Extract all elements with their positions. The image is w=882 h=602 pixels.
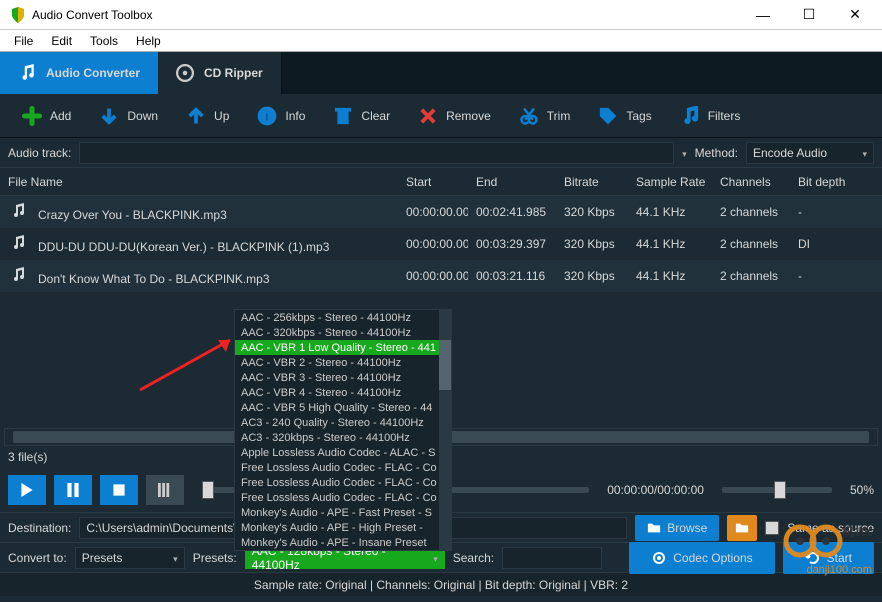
preset-option[interactable]: AC3 - 320kbps - Stereo - 44100Hz bbox=[235, 430, 451, 445]
preset-option[interactable]: Free Lossless Audio Codec - FLAC - Co bbox=[235, 475, 451, 490]
info-button[interactable]: iInfo bbox=[245, 100, 317, 132]
table-header: File Name Start End Bitrate Sample Rate … bbox=[0, 168, 882, 196]
method-select[interactable]: Encode Audio bbox=[746, 142, 874, 164]
stop-button[interactable] bbox=[100, 475, 138, 505]
menu-bar: File Edit Tools Help bbox=[0, 30, 882, 52]
folder-search-icon bbox=[647, 521, 661, 535]
search-label: Search: bbox=[453, 551, 494, 565]
presets-label: Presets: bbox=[193, 551, 237, 565]
preset-option[interactable]: Monkey's Audio - APE - High Preset - bbox=[235, 520, 451, 535]
down-button[interactable]: Down bbox=[87, 100, 170, 132]
convert-to-select[interactable]: Presets bbox=[75, 547, 185, 569]
preset-option[interactable]: Apple Lossless Audio Codec - ALAC - S bbox=[235, 445, 451, 460]
trim-icon bbox=[519, 106, 539, 126]
menu-file[interactable]: File bbox=[6, 32, 41, 50]
preset-option[interactable]: AC3 - 240 Quality - Stereo - 44100Hz bbox=[235, 415, 451, 430]
preset-option[interactable]: Monkey's Audio - APE - Insane Preset bbox=[235, 535, 451, 550]
tab-audio-converter[interactable]: Audio Converter bbox=[0, 52, 158, 94]
method-label: Method: bbox=[695, 146, 738, 160]
audio-track-dropdown-icon[interactable] bbox=[682, 146, 687, 160]
tab-label: Audio Converter bbox=[46, 66, 140, 80]
preset-option[interactable]: AAC - VBR 3 - Stereo - 44100Hz bbox=[235, 370, 451, 385]
search-input[interactable] bbox=[502, 547, 602, 569]
tags-button[interactable]: Tags bbox=[586, 100, 663, 132]
minimize-button[interactable]: — bbox=[740, 0, 786, 30]
col-bitrate[interactable]: Bitrate bbox=[556, 175, 628, 189]
destination-label: Destination: bbox=[8, 521, 71, 535]
svg-text:机100网: 机100网 bbox=[842, 524, 872, 539]
table-row[interactable]: Don't Know What To Do - BLACKPINK.mp300:… bbox=[0, 260, 882, 292]
convert-to-label: Convert to: bbox=[8, 551, 67, 565]
preset-option[interactable]: Free Lossless Audio Codec - FLAC - Co bbox=[235, 490, 451, 505]
col-channels[interactable]: Channels bbox=[712, 175, 790, 189]
preset-option[interactable]: Free Lossless Audio Codec - FLAC - Co bbox=[235, 460, 451, 475]
time-display: 00:00:00/00:00:00 bbox=[607, 483, 704, 497]
down-icon bbox=[99, 106, 119, 126]
dropdown-scroll-thumb[interactable] bbox=[439, 340, 451, 390]
col-bitdepth[interactable]: Bit depth bbox=[790, 175, 862, 189]
col-start[interactable]: Start bbox=[398, 175, 468, 189]
folder-icon bbox=[735, 521, 749, 535]
gear-icon bbox=[651, 550, 667, 566]
up-icon bbox=[186, 106, 206, 126]
clear-button[interactable]: Clear bbox=[321, 100, 402, 132]
watermark: 机100网 danji100.com bbox=[782, 521, 872, 576]
filters-icon bbox=[680, 106, 700, 126]
tags-icon bbox=[598, 106, 618, 126]
open-folder-button[interactable] bbox=[727, 515, 757, 541]
info-icon: i bbox=[257, 106, 277, 126]
svg-text:i: i bbox=[265, 108, 269, 125]
preset-option[interactable]: AAC - 320kbps - Stereo - 44100Hz bbox=[235, 325, 451, 340]
grid-button[interactable] bbox=[146, 475, 184, 505]
maximize-button[interactable]: ☐ bbox=[786, 0, 832, 30]
menu-tools[interactable]: Tools bbox=[82, 32, 126, 50]
clear-icon bbox=[333, 106, 353, 126]
audio-track-input[interactable] bbox=[79, 142, 674, 164]
preset-option[interactable]: AAC - VBR 5 High Quality - Stereo - 44 bbox=[235, 400, 451, 415]
remove-icon bbox=[418, 106, 438, 126]
chevron-down-icon bbox=[862, 146, 867, 160]
col-samplerate[interactable]: Sample Rate bbox=[628, 175, 712, 189]
menu-help[interactable]: Help bbox=[128, 32, 169, 50]
preset-option[interactable]: AAC - VBR 4 - Stereo - 44100Hz bbox=[235, 385, 451, 400]
chevron-down-icon bbox=[173, 551, 178, 565]
tab-label: CD Ripper bbox=[204, 66, 263, 80]
music-note-icon bbox=[8, 267, 28, 283]
chevron-down-icon bbox=[433, 551, 438, 565]
pause-button[interactable] bbox=[54, 475, 92, 505]
music-note-icon bbox=[18, 64, 36, 82]
preset-option[interactable]: Monkey's Audio - APE - Fast Preset - S bbox=[235, 505, 451, 520]
preset-option[interactable]: AAC - VBR 1 Low Quality - Stereo - 441 bbox=[235, 340, 451, 355]
menu-edit[interactable]: Edit bbox=[43, 32, 80, 50]
col-filename[interactable]: File Name bbox=[0, 175, 398, 189]
volume-value: 50% bbox=[850, 483, 874, 497]
tab-cd-ripper[interactable]: CD Ripper bbox=[158, 52, 282, 94]
same-as-source-checkbox[interactable] bbox=[765, 521, 779, 535]
status-bar: Sample rate: Original | Channels: Origin… bbox=[0, 572, 882, 596]
cd-icon bbox=[176, 64, 194, 82]
filters-button[interactable]: Filters bbox=[668, 100, 753, 132]
music-note-icon bbox=[8, 235, 28, 251]
preset-dropdown-list[interactable]: AAC - 256kbps - Stereo - 44100HzAAC - 32… bbox=[234, 309, 452, 551]
remove-button[interactable]: Remove bbox=[406, 100, 503, 132]
add-icon bbox=[22, 106, 42, 126]
add-button[interactable]: Add bbox=[10, 100, 83, 132]
app-logo-icon bbox=[10, 7, 26, 23]
browse-button[interactable]: Browse bbox=[635, 515, 719, 541]
play-button[interactable] bbox=[8, 475, 46, 505]
trim-button[interactable]: Trim bbox=[507, 100, 583, 132]
music-note-icon bbox=[8, 203, 28, 219]
audio-track-label: Audio track: bbox=[8, 146, 71, 160]
table-row[interactable]: DDU-DU DDU-DU(Korean Ver.) - BLACKPINK (… bbox=[0, 228, 882, 260]
preset-option[interactable]: AAC - 256kbps - Stereo - 44100Hz bbox=[235, 310, 451, 325]
preset-option[interactable]: AAC - VBR 2 - Stereo - 44100Hz bbox=[235, 355, 451, 370]
up-button[interactable]: Up bbox=[174, 100, 241, 132]
close-button[interactable]: ✕ bbox=[832, 0, 878, 30]
volume-slider[interactable] bbox=[722, 487, 832, 493]
table-row[interactable]: Crazy Over You - BLACKPINK.mp300:00:00.0… bbox=[0, 196, 882, 228]
codec-options-button[interactable]: Codec Options bbox=[629, 542, 774, 574]
window-title: Audio Convert Toolbox bbox=[32, 8, 740, 22]
col-end[interactable]: End bbox=[468, 175, 556, 189]
